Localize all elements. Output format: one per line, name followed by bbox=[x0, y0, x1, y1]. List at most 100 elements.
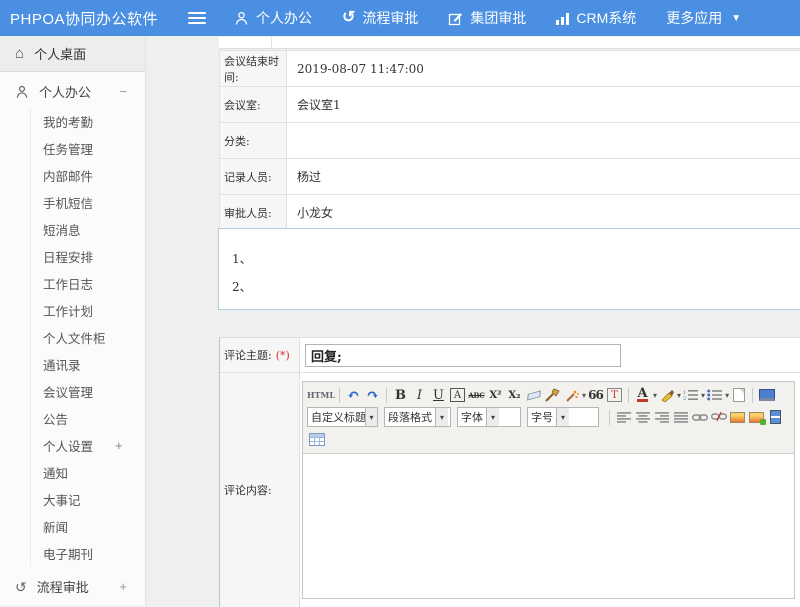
table-row: 会议室: 会议室1 bbox=[219, 87, 800, 123]
font-style-button[interactable]: A bbox=[448, 386, 467, 405]
user-icon bbox=[15, 85, 29, 99]
caret-down-icon: ▾ bbox=[556, 408, 569, 426]
font-size-select[interactable]: 字号 ▾ bbox=[527, 407, 599, 427]
eraser-icon bbox=[526, 390, 540, 400]
insert-link-button[interactable] bbox=[690, 408, 709, 427]
paragraph-format-select[interactable]: 段落格式 ▾ bbox=[384, 407, 451, 427]
fullscreen-button[interactable] bbox=[757, 386, 776, 405]
upload-image-button[interactable] bbox=[747, 408, 766, 427]
expand-toggle[interactable]: + bbox=[119, 579, 127, 594]
comment-subject-input[interactable] bbox=[305, 344, 621, 367]
sidebar-item-sms[interactable]: 手机短信 bbox=[31, 189, 145, 216]
field-label: 会议结束时间: bbox=[220, 51, 287, 86]
remove-link-button[interactable] bbox=[709, 408, 728, 427]
heading-select[interactable]: 自定义标题 ▾ bbox=[307, 407, 378, 427]
sidebar-group-workflow-approval[interactable]: ↺ 流程审批 + bbox=[0, 570, 145, 603]
comment-subject-label: 评论主题: bbox=[224, 347, 272, 363]
main-content: 会议结束时间: 2019-08-07 11:47:00 会议室: 会议室1 分类… bbox=[147, 36, 800, 605]
highlight-button[interactable] bbox=[657, 386, 676, 405]
html-source-button[interactable]: HTML bbox=[307, 386, 335, 405]
sidebar-item-label: 日程安排 bbox=[43, 247, 93, 266]
insert-special-button[interactable] bbox=[562, 386, 581, 405]
sidebar-item-announcements[interactable]: 公告 bbox=[31, 405, 145, 432]
insert-table-button[interactable] bbox=[307, 430, 326, 449]
sidebar-item-tasks[interactable]: 任务管理 bbox=[31, 135, 145, 162]
svg-text:2: 2 bbox=[683, 396, 686, 401]
strikethrough-button[interactable]: ABC bbox=[467, 386, 486, 405]
font-color-button[interactable]: A bbox=[633, 386, 652, 405]
sidebar-item-label: 个人桌面 bbox=[34, 44, 86, 63]
superscript-button[interactable]: X² bbox=[486, 386, 505, 405]
caret-down-icon: ▾ bbox=[435, 408, 448, 426]
sidebar-item-file-cabinet[interactable]: 个人文件柜 bbox=[31, 324, 145, 351]
sidebar-item-events[interactable]: 大事记 bbox=[31, 486, 145, 513]
sidebar-item-notifications[interactable]: 通知 bbox=[31, 459, 145, 486]
toolbar-row-1: HTML ↶ ↷ B I U A ABC X² X₂ bbox=[307, 384, 790, 406]
bold-button[interactable]: B bbox=[391, 386, 410, 405]
magic-wand-icon bbox=[565, 389, 579, 402]
sidebar-item-desktop[interactable]: ⌂ 个人桌面 bbox=[0, 36, 145, 72]
paste-plain-text-button[interactable]: T bbox=[605, 386, 624, 405]
menu-toggle-icon[interactable] bbox=[188, 12, 206, 24]
sidebar-item-work-plan[interactable]: 工作计划 bbox=[31, 297, 145, 324]
unordered-list-button[interactable] bbox=[705, 386, 724, 405]
underline-button[interactable]: U bbox=[429, 386, 448, 405]
group-approval-icon bbox=[448, 11, 463, 26]
align-right-button[interactable] bbox=[652, 408, 671, 427]
table-row-partial bbox=[219, 37, 800, 49]
sidebar-item-e-journal[interactable]: 电子期刊 bbox=[31, 540, 145, 567]
expand-toggle[interactable]: + bbox=[115, 438, 123, 453]
editor-content-area[interactable] bbox=[303, 454, 794, 598]
sidebar-item-meetings[interactable]: 会议管理 bbox=[31, 378, 145, 405]
ordered-list-button[interactable]: 12 bbox=[681, 386, 700, 405]
sidebar-item-personal-settings[interactable]: 个人设置 + bbox=[31, 432, 145, 459]
sidebar-item-internal-mail[interactable]: 内部邮件 bbox=[31, 162, 145, 189]
sidebar-item-attendance[interactable]: 我的考勤 bbox=[31, 108, 145, 135]
nav-crm-system[interactable]: CRM系统 bbox=[556, 8, 636, 28]
new-page-button[interactable] bbox=[729, 386, 748, 405]
align-left-icon bbox=[617, 412, 631, 423]
link-icon bbox=[692, 413, 708, 422]
unlink-icon bbox=[711, 412, 727, 423]
sidebar-item-label: 新闻 bbox=[43, 517, 68, 536]
toolbar-separator bbox=[386, 388, 387, 403]
comment-content-cell: HTML ↶ ↷ B I U A ABC X² X₂ bbox=[300, 373, 800, 607]
justify-button[interactable] bbox=[671, 408, 690, 427]
sidebar-group-personal-office[interactable]: 个人办公 − bbox=[0, 75, 145, 108]
sidebar-item-schedule[interactable]: 日程安排 bbox=[31, 243, 145, 270]
nav-more-apps[interactable]: 更多应用 ▼ bbox=[666, 8, 741, 28]
ordered-list-icon: 12 bbox=[683, 389, 698, 401]
comment-subject-cell bbox=[300, 338, 800, 372]
nav-personal-office[interactable]: 个人办公 bbox=[234, 8, 312, 28]
sidebar-item-contacts[interactable]: 通讯录 bbox=[31, 351, 145, 378]
nav-workflow-approval[interactable]: ↺ 流程审批 bbox=[342, 8, 418, 28]
collapse-toggle[interactable]: − bbox=[119, 84, 127, 99]
sidebar-item-label: 电子期刊 bbox=[43, 544, 93, 563]
font-family-select[interactable]: 字体 ▾ bbox=[457, 407, 521, 427]
blockquote-button[interactable]: 66 bbox=[586, 386, 605, 405]
italic-button[interactable]: I bbox=[410, 386, 429, 405]
align-left-button[interactable] bbox=[614, 408, 633, 427]
select-value: 段落格式 bbox=[385, 409, 435, 425]
toolbar-row-3 bbox=[307, 428, 790, 450]
bar-chart-icon bbox=[556, 12, 569, 25]
undo-button[interactable]: ↶ bbox=[344, 386, 363, 405]
remove-format-button[interactable] bbox=[524, 386, 543, 405]
redo-button[interactable]: ↷ bbox=[363, 386, 382, 405]
insert-image-button[interactable] bbox=[728, 408, 747, 427]
field-label: 记录人员: bbox=[220, 159, 287, 194]
format-painter-button[interactable] bbox=[543, 386, 562, 405]
table-row: 审批人员: 小龙女 bbox=[219, 195, 800, 231]
subscript-button[interactable]: X₂ bbox=[505, 386, 524, 405]
nav-label: 集团审批 bbox=[470, 8, 526, 28]
nav-group-approval[interactable]: 集团审批 bbox=[448, 8, 526, 28]
field-value: 小龙女 bbox=[287, 195, 800, 230]
align-center-button[interactable] bbox=[633, 408, 652, 427]
sidebar-item-news[interactable]: 新闻 bbox=[31, 513, 145, 540]
insert-media-button[interactable] bbox=[766, 408, 785, 427]
sidebar-item-work-log[interactable]: 工作日志 bbox=[31, 270, 145, 297]
sidebar-submenu: 我的考勤 任务管理 内部邮件 手机短信 短消息 日程安排 工作日志 工作计划 个… bbox=[30, 108, 145, 567]
sidebar-item-label: 个人文件柜 bbox=[43, 328, 106, 347]
sidebar-item-short-message[interactable]: 短消息 bbox=[31, 216, 145, 243]
workflow-icon: ↺ bbox=[342, 11, 355, 25]
